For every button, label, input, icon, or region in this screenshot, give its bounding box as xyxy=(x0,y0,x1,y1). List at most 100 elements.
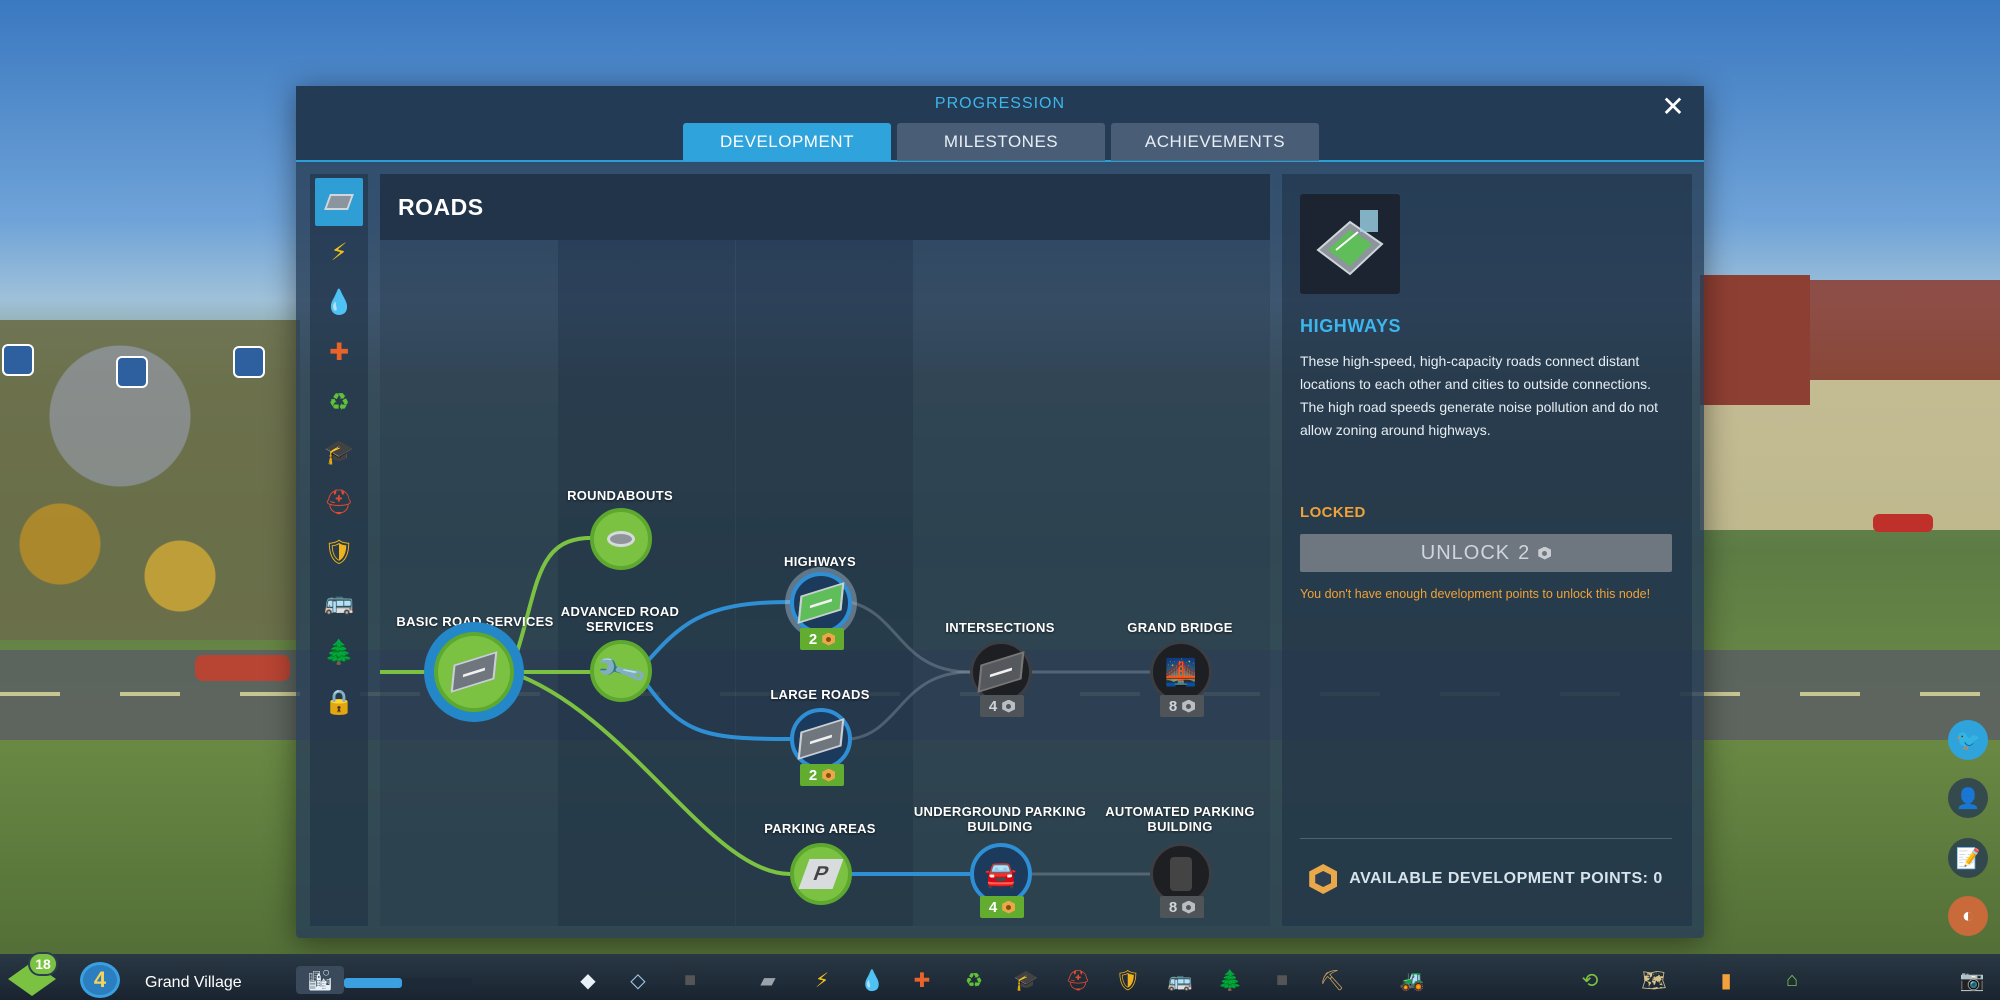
link-advanced-large xyxy=(636,670,791,741)
bus-icon: 🚌 xyxy=(324,588,354,616)
node-roundabouts[interactable] xyxy=(590,508,652,570)
node-label-parking-areas: PARKING AREAS xyxy=(764,821,876,836)
available-points: AVAILABLE DEVELOPMENT POINTS: 0 xyxy=(1300,864,1672,894)
park-tree-icon: 🌲 xyxy=(324,638,354,666)
development-point-icon xyxy=(1002,699,1016,713)
city-overview-icon[interactable]: 🏙 xyxy=(296,966,344,994)
zoning-icon[interactable]: ◆ xyxy=(574,966,602,994)
cost-badge-underground-parking: 4 xyxy=(980,896,1024,918)
background-tower xyxy=(1700,275,1810,405)
category-locked[interactable]: 🔒 xyxy=(315,678,363,726)
milestone-level-badge: 18 xyxy=(28,952,58,976)
detail-title: HIGHWAYS xyxy=(1300,316,1402,336)
category-parks[interactable]: 🌲 xyxy=(315,628,363,676)
water-tool-icon[interactable]: 💧 xyxy=(858,966,886,994)
park-tool-icon[interactable]: 🌲 xyxy=(1216,966,1244,994)
road-icon xyxy=(324,194,354,210)
traffic-icon[interactable]: ⟲ xyxy=(1576,966,1604,994)
stats-icon[interactable]: ▮ xyxy=(1712,966,1740,994)
notes-icon[interactable]: 📝 xyxy=(1948,838,1988,878)
unlock-button[interactable]: UNLOCK 2 xyxy=(1300,534,1672,572)
underground-parking-icon: 🚘 xyxy=(984,858,1018,889)
node-highways[interactable] xyxy=(790,572,852,634)
cost-badge-highways: 2 xyxy=(800,628,844,650)
map-marker-icon[interactable] xyxy=(233,346,265,378)
node-label-advanced-road-services: ADVANCED ROAD SERVICES xyxy=(560,604,680,634)
cost-value: 4 xyxy=(988,697,998,715)
education-tool-icon[interactable]: 🎓 xyxy=(1012,966,1040,994)
development-point-icon xyxy=(822,768,836,782)
locked-tool2-icon[interactable]: ■ xyxy=(1268,966,1296,994)
development-point-icon xyxy=(1182,900,1196,914)
fire-station-icon: ⛑ xyxy=(323,488,355,516)
cost-badge-intersections: 4 xyxy=(980,695,1024,717)
tech-tree: ROADS BASIC ROAD SERVICES ROUNDABOUTS AD… xyxy=(380,174,1270,926)
home-icon[interactable]: ⌂ xyxy=(1778,966,1806,994)
large-road-icon xyxy=(797,718,845,760)
node-large-roads[interactable] xyxy=(790,708,852,770)
background-car xyxy=(1873,514,1933,532)
population-level[interactable]: 4 xyxy=(80,962,120,998)
city-name: Grand Village xyxy=(145,974,242,991)
road-tool-icon[interactable]: ▰ xyxy=(754,966,782,994)
chirper-bird-icon[interactable]: 🐦 xyxy=(1948,720,1988,760)
node-parking-areas[interactable]: P xyxy=(790,843,852,905)
locked-tool-icon[interactable]: ■ xyxy=(676,966,704,994)
map-marker-icon[interactable] xyxy=(2,344,34,376)
category-education[interactable]: 🎓 xyxy=(315,428,363,476)
link-highways-intersections xyxy=(849,600,971,674)
close-button[interactable]: ✕ xyxy=(1658,92,1688,122)
divider xyxy=(1300,838,1672,839)
area-icon[interactable]: ◇ xyxy=(624,966,652,994)
recycle-icon: ♻ xyxy=(328,388,350,416)
node-intersections[interactable] xyxy=(970,641,1032,703)
link-large-intersections xyxy=(849,670,971,741)
category-water[interactable]: 💧 xyxy=(315,278,363,326)
automated-parking-icon xyxy=(1170,857,1192,891)
map-icon[interactable]: 🗺 xyxy=(1640,966,1668,994)
progress-bar-track xyxy=(344,978,472,988)
category-transport[interactable]: 🚌 xyxy=(315,578,363,626)
shovel-icon[interactable]: ⛏ xyxy=(1318,966,1346,994)
lock-status: LOCKED xyxy=(1300,504,1366,521)
panel-header: PROGRESSION ✕ DEVELOPMENT MILESTONES ACH… xyxy=(296,86,1704,162)
tab-development[interactable]: DEVELOPMENT xyxy=(683,123,891,161)
bulldozer-icon[interactable]: 🚜 xyxy=(1398,966,1426,994)
node-label-highways: HIGHWAYS xyxy=(784,554,856,569)
transport-tool-icon[interactable]: 🚌 xyxy=(1166,966,1194,994)
panel-title: PROGRESSION xyxy=(934,95,1066,112)
highway-icon xyxy=(1316,210,1384,276)
electricity-tool-icon[interactable]: ⚡ xyxy=(808,966,836,994)
category-electricity[interactable]: ⚡ xyxy=(315,228,363,276)
category-police[interactable]: 🛡 xyxy=(315,528,363,576)
advisor-avatar-icon[interactable]: ◐ xyxy=(1948,896,1988,936)
camera-icon[interactable]: 📷 xyxy=(1958,966,1986,994)
detail-description: These high-speed, high-capacity roads co… xyxy=(1300,353,1659,438)
category-sidebar: ⚡ 💧 ✚ ♻ 🎓 ⛑ 🛡 🚌 🌲 🔒 xyxy=(310,174,368,926)
citizen-profile-icon[interactable]: 👤 xyxy=(1948,778,1988,818)
node-advanced-road-services[interactable]: 🔧 xyxy=(590,640,652,702)
unlock-label: UNLOCK xyxy=(1420,541,1511,564)
development-point-icon xyxy=(1002,900,1016,914)
unlock-cost: 2 xyxy=(1518,541,1531,564)
garbage-tool-icon[interactable]: ♻ xyxy=(960,966,988,994)
development-point-icon xyxy=(1538,546,1552,560)
cost-value: 2 xyxy=(808,766,818,784)
health-tool-icon[interactable]: ✚ xyxy=(908,966,936,994)
category-healthcare[interactable]: ✚ xyxy=(315,328,363,376)
node-grand-bridge[interactable]: 🌉 xyxy=(1150,641,1212,703)
tab-bar: DEVELOPMENT MILESTONES ACHIEVEMENTS xyxy=(683,123,1319,161)
graduation-cap-icon: 🎓 xyxy=(324,438,354,466)
locked-category-icon: 🔒 xyxy=(324,688,354,716)
highway-preview-image xyxy=(1300,194,1400,294)
category-roads[interactable] xyxy=(315,178,363,226)
available-points-label: AVAILABLE DEVELOPMENT POINTS: 0 xyxy=(1349,870,1663,887)
tab-achievements[interactable]: ACHIEVEMENTS xyxy=(1111,123,1319,161)
category-fire[interactable]: ⛑ xyxy=(315,478,363,526)
node-basic-road-services[interactable] xyxy=(434,632,514,712)
category-garbage[interactable]: ♻ xyxy=(315,378,363,426)
police-tool-icon[interactable]: 🛡 xyxy=(1114,966,1142,994)
tab-milestones[interactable]: MILESTONES xyxy=(897,123,1105,161)
fire-tool-icon[interactable]: ⛑ xyxy=(1064,966,1092,994)
map-marker-icon[interactable] xyxy=(116,356,148,388)
